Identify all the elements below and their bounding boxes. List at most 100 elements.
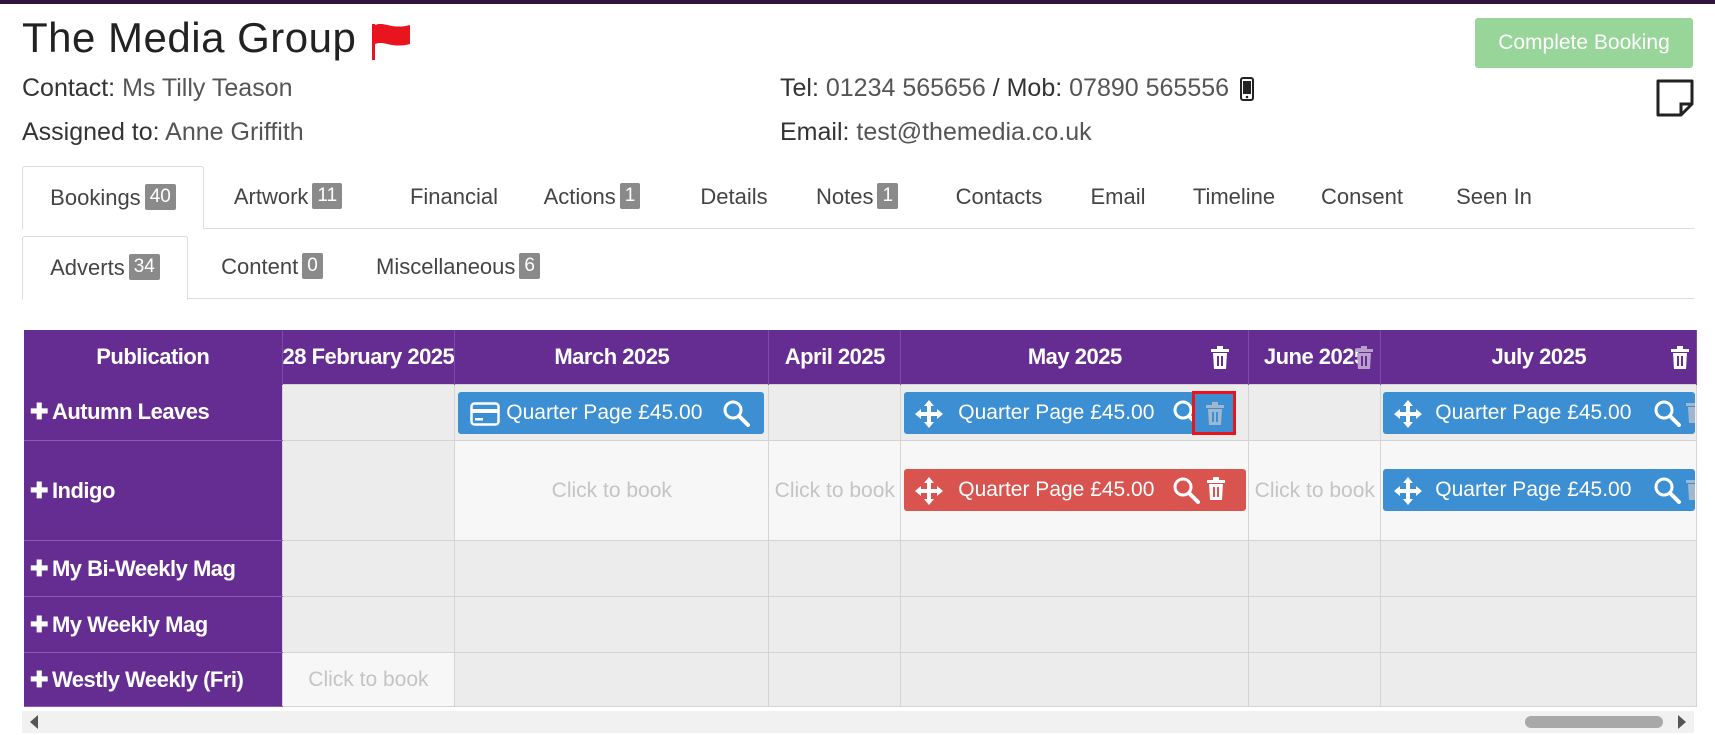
search-icon[interactable] (1653, 399, 1682, 427)
email-value[interactable]: test@themedia.co.uk (856, 118, 1091, 146)
horizontal-scrollbar[interactable] (22, 711, 1694, 733)
email-line: Email: test@themedia.co.uk (780, 118, 1092, 147)
trash-icon[interactable] (1206, 477, 1226, 501)
tab-notes[interactable]: Notes 1 (802, 166, 912, 228)
click-to-book-cell[interactable]: Click to book (281, 652, 456, 707)
click-to-book-cell[interactable]: Click to book (768, 440, 902, 541)
main-tabs: Bookings 40 Artwork 11 Financial Actions 1 … (22, 166, 1694, 230)
search-icon[interactable] (1653, 476, 1682, 504)
plus-icon: ✚ (30, 666, 48, 692)
scroll-left-arrow-icon[interactable] (28, 714, 40, 730)
tab-label: Notes (815, 184, 874, 209)
search-icon[interactable] (722, 399, 751, 427)
tab-label: Adverts (50, 255, 125, 280)
table-row: ✚ My Bi-Weekly Mag (24, 540, 1698, 597)
move-icon[interactable] (1393, 399, 1423, 429)
grid-cell (1248, 652, 1382, 707)
move-icon[interactable] (914, 476, 944, 506)
tab-actions[interactable]: Actions 1 (532, 166, 652, 228)
trash-icon[interactable] (1670, 346, 1690, 370)
tab-timeline[interactable]: Timeline (1182, 166, 1286, 228)
table-row: ✚ Westly Weekly (Fri) Click to book (24, 652, 1698, 707)
tab-badge: 40 (144, 184, 176, 211)
flag-icon[interactable] (370, 22, 412, 62)
column-header-jun-2025: June 2025 (1248, 330, 1382, 385)
trash-icon[interactable] (1354, 346, 1374, 370)
publication-autumn-leaves[interactable]: ✚ Autumn Leaves (24, 384, 282, 441)
subtab-content[interactable]: Content 0 (212, 236, 332, 298)
grid-cell: Quarter Page £45.00 (900, 440, 1250, 541)
tab-label: Consent (1321, 184, 1403, 209)
tel-label: Tel: (780, 74, 819, 102)
tab-label: Bookings (50, 185, 141, 210)
grid-cell: Quarter Page £45.00 (1380, 384, 1698, 441)
scroll-right-arrow-icon[interactable] (1676, 714, 1688, 730)
assigned-value: Anne Griffith (165, 118, 304, 146)
tab-consent[interactable]: Consent (1312, 166, 1412, 228)
subtab-adverts[interactable]: Adverts 34 (22, 236, 188, 300)
publication-indigo[interactable]: ✚ Indigo (24, 440, 282, 541)
grid-cell (281, 384, 456, 441)
contact-value: Ms Tilly Teason (122, 74, 293, 102)
mob-value[interactable]: 07890 565556 (1069, 74, 1229, 102)
grid-header-row: Publication 28 February 2025 March 2025 … (24, 330, 1698, 385)
booking-label: Quarter Page £45.00 (1435, 401, 1632, 424)
move-icon[interactable] (914, 399, 944, 429)
column-header-publication: Publication (24, 330, 283, 385)
search-icon[interactable] (1172, 399, 1195, 427)
tab-label: Details (700, 184, 768, 209)
tab-details[interactable]: Details (682, 166, 786, 228)
publication-my-weekly-mag[interactable]: ✚ My Weekly Mag (24, 596, 282, 653)
table-row: ✚ Indigo Click to book Click to book Quar… (24, 440, 1698, 541)
tab-artwork[interactable]: Artwork 11 (218, 166, 358, 228)
table-row: ✚ My Weekly Mag (24, 596, 1698, 653)
booking-tile[interactable]: Quarter Page £45.00 (904, 392, 1195, 434)
search-icon[interactable] (1172, 476, 1201, 504)
grid-cell (768, 540, 902, 597)
booking-tile[interactable]: Quarter Page £45.00 (904, 469, 1247, 511)
grid-cell: Quarter Page £45.00 (454, 384, 770, 441)
complete-booking-button[interactable]: Complete Booking (1475, 18, 1693, 68)
tab-financial[interactable]: Financial (394, 166, 514, 228)
booking-label: Quarter Page £45.00 (958, 478, 1155, 501)
grid-cell (768, 652, 902, 707)
tab-contacts[interactable]: Contacts (942, 166, 1056, 228)
booking-tile[interactable]: Quarter Page £45.00 (1383, 469, 1696, 511)
tab-label: Seen In (1456, 184, 1532, 209)
scrollbar-thumb[interactable] (1525, 716, 1663, 728)
plus-icon: ✚ (30, 555, 48, 581)
delete-booking-button-highlighted[interactable] (1192, 391, 1237, 435)
contact-label: Contact: (22, 74, 116, 102)
assigned-label: Assigned to: (22, 118, 160, 146)
trash-icon[interactable] (1685, 477, 1696, 501)
tab-badge: 0 (302, 253, 323, 280)
trash-icon (1206, 402, 1225, 425)
sticky-note-icon[interactable] (1655, 78, 1695, 118)
publication-westly-weekly-fri[interactable]: ✚ Westly Weekly (Fri) (24, 652, 282, 707)
click-to-book-cell[interactable]: Click to book (1248, 440, 1382, 541)
trash-icon[interactable] (1685, 400, 1696, 424)
tab-bookings[interactable]: Bookings 40 (22, 166, 204, 230)
column-header-may-2025: May 2025 (900, 330, 1250, 385)
grid-cell (281, 540, 456, 597)
grid-cell (768, 384, 902, 441)
booking-tile[interactable]: Quarter Page £45.00 (458, 392, 765, 434)
move-icon[interactable] (1393, 476, 1423, 506)
booking-tile[interactable]: Quarter Page £45.00 (1383, 392, 1696, 434)
mobile-phone-icon (1239, 77, 1254, 102)
tel-value[interactable]: 01234 565656 (826, 74, 986, 102)
publication-my-bi-weekly-mag[interactable]: ✚ My Bi-Weekly Mag (24, 540, 282, 597)
tab-seen-in[interactable]: Seen In (1442, 166, 1546, 228)
plus-icon: ✚ (30, 611, 48, 637)
subtab-miscellaneous[interactable]: Miscellaneous 6 (370, 236, 546, 298)
click-to-book-cell[interactable]: Click to book (454, 440, 770, 541)
column-header-jul-2025: July 2025 (1380, 330, 1698, 385)
column-label: May 2025 (1027, 344, 1122, 369)
tab-label: Actions (543, 184, 616, 209)
plus-icon: ✚ (30, 477, 48, 503)
grid-cell (1248, 384, 1382, 441)
tab-email[interactable]: Email (1076, 166, 1160, 228)
publication-name: Autumn Leaves (51, 399, 210, 425)
tab-label: Artwork (233, 184, 309, 209)
trash-icon[interactable] (1210, 346, 1230, 370)
